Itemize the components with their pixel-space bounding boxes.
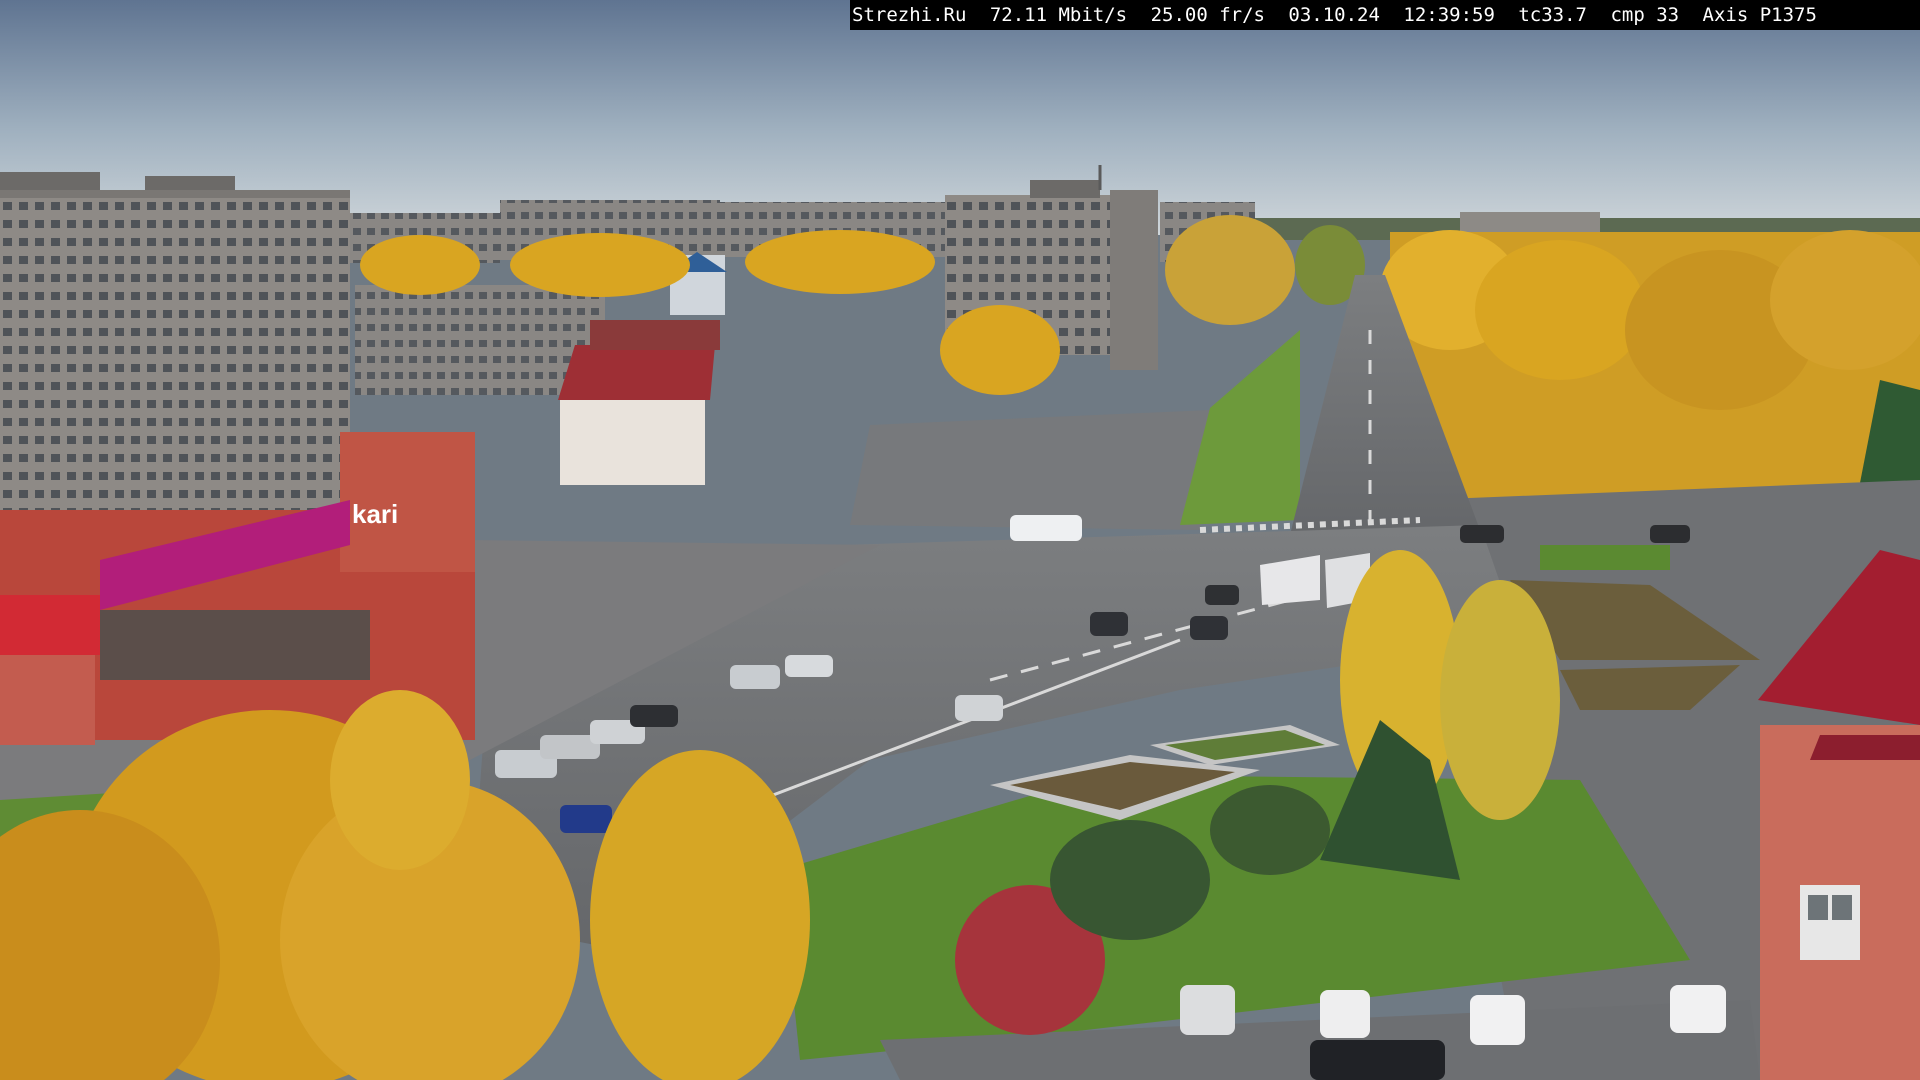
left-apartment-block xyxy=(0,172,350,515)
osd-site: Strezhi.Ru xyxy=(852,4,967,26)
camera-frame: kari Strezhi.Ru 72.11 Mbit/s 25.00 fr/s … xyxy=(0,0,1920,1080)
osd-framerate: 25.00 fr/s xyxy=(1150,4,1265,26)
central-square xyxy=(850,410,1210,530)
osd-bitrate: 72.11 Mbit/s xyxy=(989,4,1128,26)
street-scene: kari xyxy=(0,0,1920,1080)
store-sign: kari xyxy=(352,499,398,529)
camera-osd-overlay: Strezhi.Ru 72.11 Mbit/s 25.00 fr/s 03.10… xyxy=(850,0,1920,30)
osd-cmp: cmp 33 xyxy=(1610,4,1680,26)
osd-time: 12:39:59 xyxy=(1403,4,1495,26)
osd-tc: tc33.7 xyxy=(1518,4,1587,26)
osd-date: 03.10.24 xyxy=(1288,4,1380,26)
osd-camera: Axis P1375 xyxy=(1702,4,1817,26)
